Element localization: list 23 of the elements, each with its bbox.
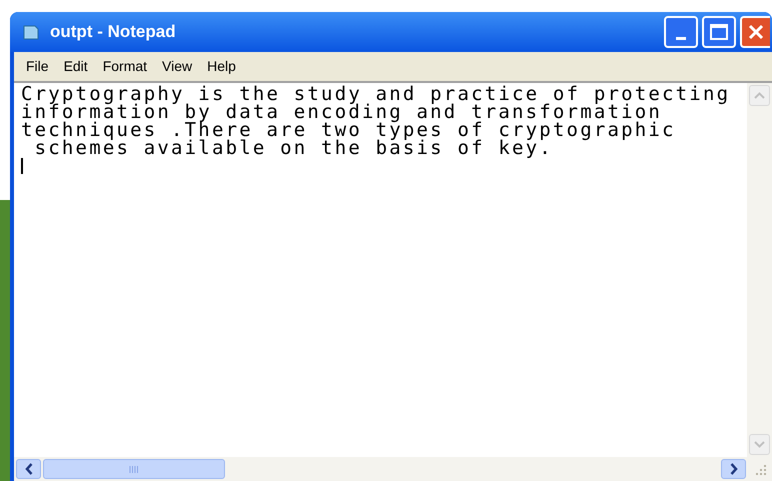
scroll-right-button[interactable] <box>721 459 746 479</box>
menu-item[interactable]: Help <box>207 56 236 77</box>
menu-item[interactable]: Format <box>102 56 148 77</box>
minimize-button[interactable] <box>664 16 698 48</box>
scroll-up-button[interactable] <box>749 85 770 106</box>
scroll-thumb[interactable] <box>43 459 225 479</box>
scroll-left-button[interactable] <box>16 459 41 479</box>
horizontal-scrollbar[interactable] <box>14 457 748 481</box>
menu-item[interactable]: File <box>26 56 49 77</box>
text-cursor <box>21 158 23 174</box>
text-line: information by data encoding and transformation <box>21 103 662 121</box>
notepad-icon <box>22 23 40 41</box>
text-line: techniques .There are two types of cryptographic <box>21 121 677 139</box>
scroll-down-button[interactable] <box>749 434 770 455</box>
window-title: outpt - Notepad <box>50 21 176 44</box>
close-button[interactable] <box>740 16 770 48</box>
maximize-button[interactable] <box>702 16 736 48</box>
menu-item[interactable]: View <box>162 56 192 77</box>
close-icon <box>747 23 765 41</box>
vertical-scrollbar[interactable] <box>747 83 772 457</box>
text-line: schemes available on the basis of key. <box>34 139 553 157</box>
menu-item[interactable]: Edit <box>64 56 88 77</box>
text-line: Cryptography is the study and practice of protecting <box>21 85 732 103</box>
